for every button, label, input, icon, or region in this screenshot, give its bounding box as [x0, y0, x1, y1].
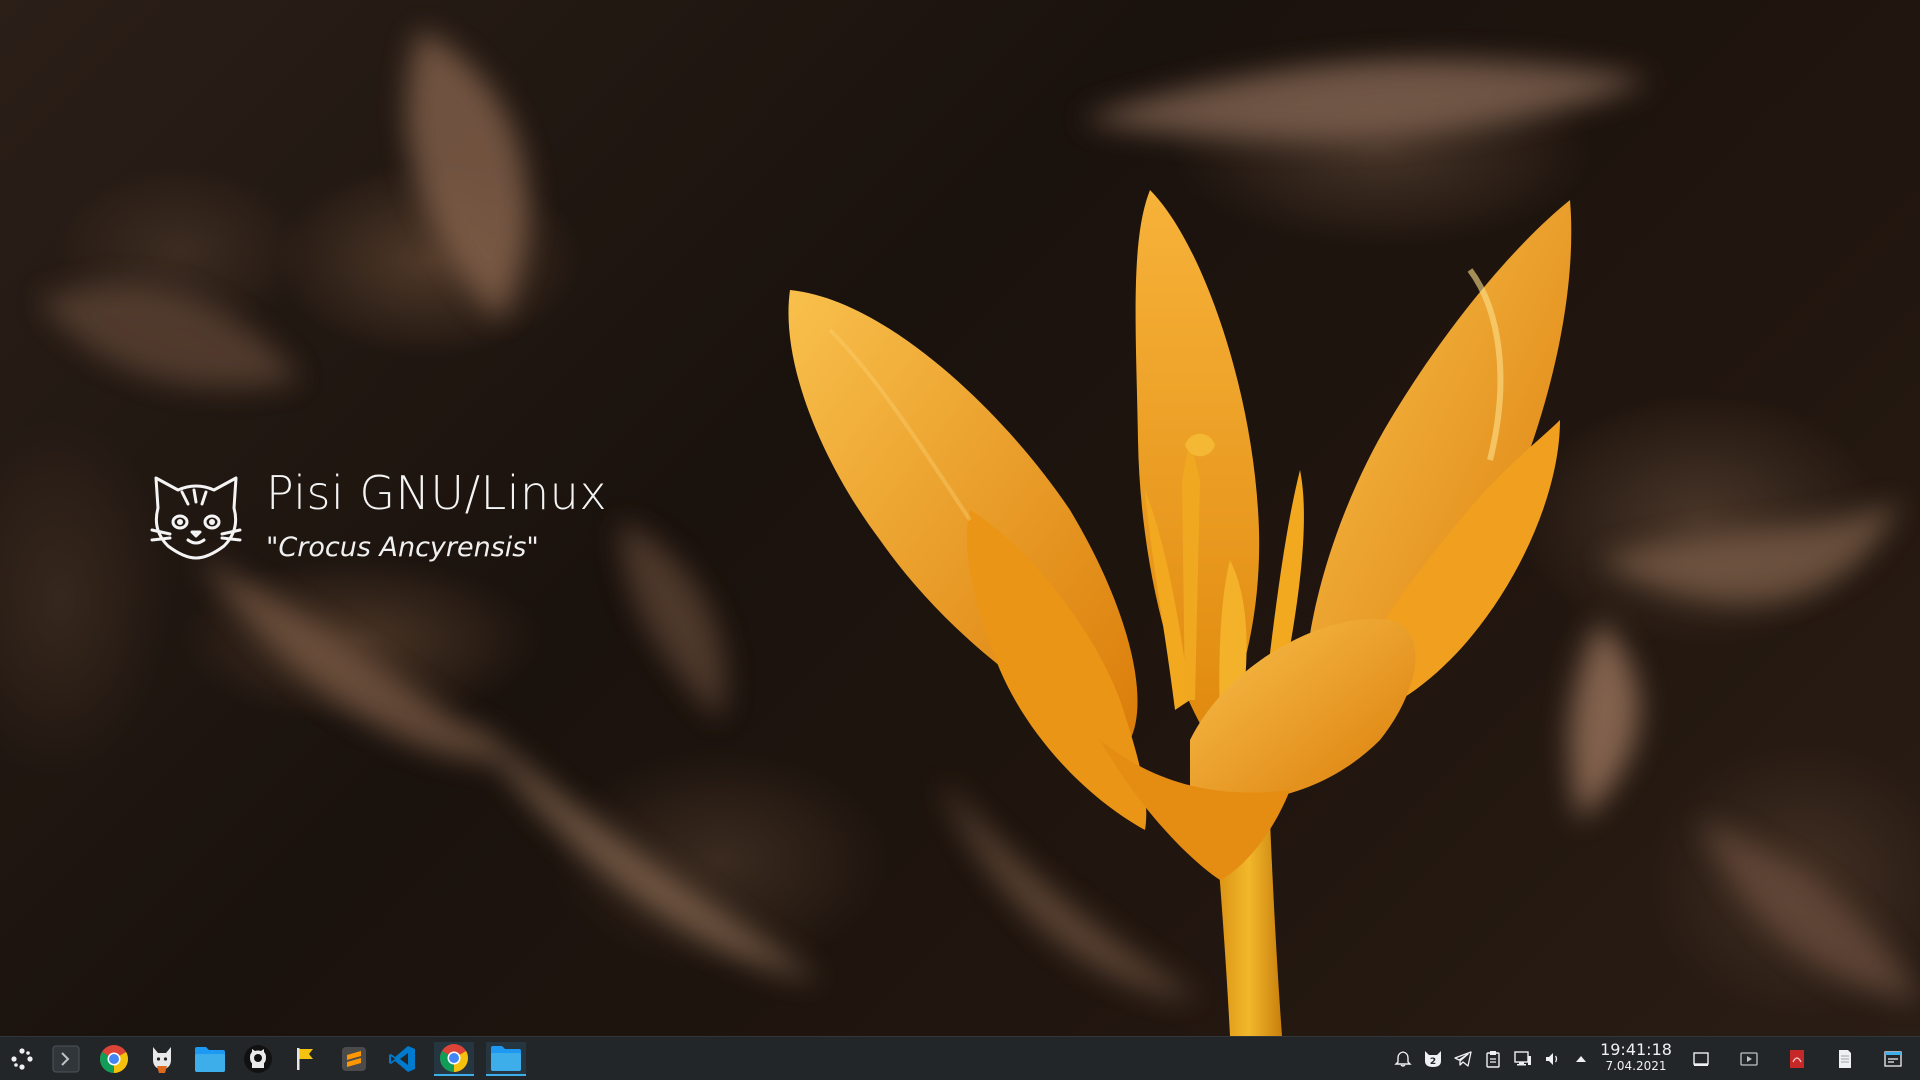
application-menu-button[interactable] — [4, 1042, 40, 1076]
distro-branding: Pisi GNU/Linux "Crocus Ancyrensis" — [148, 466, 618, 576]
file-manager-icon — [195, 1047, 225, 1072]
cat-badge-count: 2 — [1430, 1057, 1436, 1067]
crocus-flower — [788, 190, 1572, 1036]
network-icon — [1514, 1051, 1531, 1066]
task-file-manager-window[interactable] — [486, 1042, 526, 1076]
cat-logo-icon — [150, 476, 242, 560]
volume-icon — [1546, 1053, 1558, 1065]
network-button[interactable] — [1512, 1048, 1534, 1070]
document-button[interactable] — [1834, 1048, 1856, 1070]
terminal-icon — [52, 1045, 80, 1073]
panel-config-button[interactable] — [1882, 1048, 1904, 1070]
sublime-text-icon — [342, 1047, 366, 1071]
cat-tray-button[interactable]: 2 — [1422, 1048, 1444, 1070]
chrome-icon — [100, 1045, 128, 1073]
terminal-launcher[interactable] — [48, 1042, 84, 1076]
telegram-icon — [1454, 1051, 1472, 1067]
clipboard-icon — [1486, 1051, 1500, 1068]
file-manager-launcher[interactable] — [192, 1042, 228, 1076]
expand-tray-button[interactable] — [1570, 1048, 1592, 1070]
chrome-window-icon — [440, 1044, 468, 1072]
cat-app-icon — [153, 1047, 171, 1073]
clock-date: 7.04.2021 — [1605, 1059, 1667, 1073]
taskbar: 2 19:41:18 7.04.2021 — [0, 1036, 1920, 1080]
distro-title: Pisi GNU/Linux — [266, 466, 608, 520]
clipboard-button[interactable] — [1482, 1048, 1504, 1070]
desktop-wallpaper: Pisi GNU/Linux "Crocus Ancyrensis" — [0, 0, 1920, 1036]
flag-app-launcher[interactable] — [288, 1042, 324, 1076]
task-chrome-window[interactable] — [434, 1042, 474, 1076]
digital-clock[interactable]: 19:41:18 7.04.2021 — [1596, 1041, 1676, 1074]
show-desktop-icon — [1693, 1052, 1709, 1066]
release-codename: "Crocus Ancyrensis" — [266, 532, 539, 563]
cat-badge-icon: 2 — [1425, 1051, 1441, 1067]
sublime-text-launcher[interactable] — [336, 1042, 372, 1076]
document-icon — [1839, 1050, 1851, 1068]
cat-app-launcher[interactable] — [144, 1042, 180, 1076]
pdf-viewer-icon — [1790, 1050, 1804, 1068]
media-player-button[interactable] — [1738, 1048, 1760, 1070]
media-player-icon — [1740, 1052, 1758, 1066]
vscode-launcher[interactable] — [384, 1042, 420, 1076]
chrome-launcher[interactable] — [96, 1042, 132, 1076]
notifications-icon — [1394, 1051, 1412, 1067]
notifications-button[interactable] — [1392, 1048, 1414, 1070]
file-manager-window-icon — [491, 1046, 521, 1071]
clock-time: 19:41:18 — [1600, 1040, 1672, 1059]
panel-config-icon — [1884, 1051, 1902, 1067]
flag-icon — [297, 1048, 313, 1070]
github-icon — [244, 1045, 272, 1073]
vscode-icon — [389, 1046, 415, 1072]
telegram-button[interactable] — [1452, 1048, 1474, 1070]
expand-tray-icon — [1576, 1056, 1586, 1062]
pdf-viewer-button[interactable] — [1786, 1048, 1808, 1070]
application-menu-icon — [11, 1048, 33, 1070]
github-launcher[interactable] — [240, 1042, 276, 1076]
show-desktop-button[interactable] — [1690, 1048, 1712, 1070]
volume-button[interactable] — [1542, 1048, 1564, 1070]
